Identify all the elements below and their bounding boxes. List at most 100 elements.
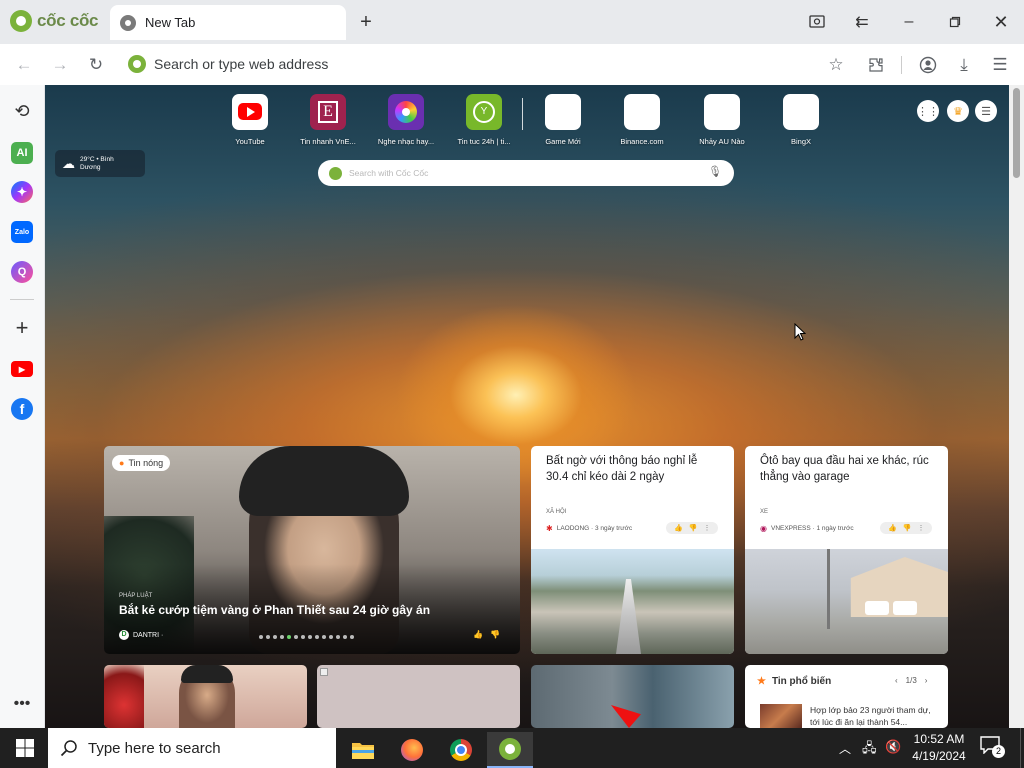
zalo-icon[interactable]: Zalo [11,221,33,243]
like-icon[interactable]: 👍 [473,630,483,639]
speed-dial-vnexpress[interactable]: E Tin nhanh VnE... [296,94,360,146]
taskbar-clock[interactable]: 10:52 AM 4/19/2024 [906,731,972,765]
taskbar-search-box[interactable]: Type here to search [48,728,336,768]
new-tab-plus-icon[interactable]: + [354,10,378,34]
news-card-laodong[interactable]: Bất ngờ với thông báo nghỉ lễ 30.4 chỉ k… [531,446,734,654]
tab-search-icon[interactable] [805,10,829,34]
news-card-bottom-3[interactable] [531,665,734,728]
weather-line1: 29°C • Bình [80,155,114,163]
pager-prev-icon[interactable]: ‹ [895,676,898,685]
maximize-icon[interactable] [943,10,967,34]
card2-reactions[interactable]: 👍 👎 ⋮ [666,522,719,534]
popular-pager[interactable]: ‹ 1/3 › [895,676,927,685]
newtab-search-box[interactable]: Search with Cốc Cốc 🎙 [318,160,734,186]
broken-image-icon [320,668,328,676]
back-icon[interactable]: ← [12,53,36,77]
coccoc-search-icon [128,55,146,73]
search-icon [60,740,77,757]
page-scrollbar[interactable] [1009,85,1024,728]
speed-dial-youtube[interactable]: YouTube [218,94,282,146]
speed-dial-binance[interactable]: Binance.com [610,94,674,146]
speed-dial-music[interactable]: Nghe nhạc hay... [374,94,438,146]
customize-settings-icon[interactable]: ☰ [975,100,997,122]
scrollbar-thumb[interactable] [1013,88,1020,178]
popular-item-thumb [760,704,802,728]
hot-reactions[interactable]: 👍 👎 [473,630,500,639]
laodong-logo-icon: ✱ [546,524,553,533]
speed-dial-label: Nghe nhạc hay... [377,137,435,146]
card3-title[interactable]: Ôtô bay qua đầu hai xe khác, rúc thẳng v… [760,454,940,485]
speed-dial-nhay-au-nao[interactable]: Nhảy AU Nào [690,94,754,146]
volume-muted-icon[interactable]: 🔇 [885,739,901,755]
more-dots-icon: ⋮ [917,525,925,532]
popular-item-title[interactable]: Hợp lớp bảo 23 người tham dự, tới lúc đi… [810,704,940,728]
download-icon[interactable]: ⤓ [952,53,976,77]
card3-category: XE [760,509,769,515]
news-card-bottom-1[interactable] [104,665,307,728]
hot-news-card[interactable]: ● Tin nóng PHÁP LUẬT Bắt kẻ cướp tiệm và… [104,446,520,654]
weather-widget[interactable]: ☁ 29°C • Bình Dương [55,150,145,177]
carousel-dots[interactable] [259,635,354,639]
show-desktop-button[interactable] [1020,728,1024,768]
speed-dial-label: Tin tuc 24h | ti... [457,137,511,146]
hot-badge: ● Tin nóng [112,455,171,471]
apps-grid-icon[interactable]: ⋮⋮ [917,100,939,122]
notification-center-icon[interactable]: 2 [980,736,1006,760]
file-explorer-icon[interactable] [340,732,386,768]
bookmark-star-icon[interactable]: ☆ [824,53,848,77]
close-icon[interactable]: ✕ [989,10,1013,34]
hot-title[interactable]: Bắt kẻ cướp tiệm vàng ở Phan Thiết sau 2… [119,603,499,617]
hot-source: D DANTRI · [119,630,163,640]
minimize-icon[interactable]: – [897,10,921,34]
windows-start-icon[interactable] [2,730,48,766]
more-icon[interactable]: ••• [11,693,33,715]
forward-icon[interactable]: → [48,53,72,77]
history-icon[interactable]: ⟲ [11,100,33,122]
taskbar-search-placeholder: Type here to search [88,739,221,757]
facebook-icon[interactable]: f [11,398,33,420]
speed-dial-tin-tuc-24h[interactable]: Y Tin tuc 24h | ti... [452,94,516,146]
menu-icon[interactable]: ☰ [988,53,1012,77]
speed-dial-label: Game Mới [545,137,581,146]
card2-source: ✱ LAODONG · 3 ngày trước [546,524,633,533]
blank-tile-icon [704,94,740,130]
speed-dial-bingx[interactable]: BingX [769,94,833,146]
profile-icon[interactable] [916,53,940,77]
coccoc-taskbar-icon[interactable] [487,732,533,768]
card2-category: XÃ HỘI [546,509,567,515]
pager-next-icon[interactable]: › [925,676,928,685]
tray-expand-icon[interactable]: ︿ [839,740,851,757]
weather-line2: Dương [80,163,101,171]
navigation-bar: ← → ↻ Search or type web address ☆ ⤓ ☰ [0,44,1024,85]
youtube-sidebar-icon[interactable]: ▶ [11,361,33,377]
messenger-icon[interactable]: ✦ [11,181,33,203]
speed-dial-game-moi[interactable]: Game Mới [531,94,595,146]
toolbar-divider [901,56,902,74]
like-icon: 👍 [888,525,897,532]
add-app-icon[interactable]: + [11,315,33,340]
dislike-icon[interactable]: 👎 [490,630,500,639]
cloud-sun-icon: ☁ [62,155,75,171]
ai-chat-icon[interactable]: AI [11,142,33,164]
speed-dial-divider [522,98,523,130]
address-bar[interactable]: Search or type web address [118,49,853,79]
chrome-icon[interactable] [438,732,484,768]
news-card-vnexpress[interactable]: Ôtô bay qua đầu hai xe khác, rúc thẳng v… [745,446,948,654]
title-bar: cốc cốc New Tab + ⇇ – ✕ [0,0,1024,44]
coccoc-logo[interactable]: cốc cốc [10,10,99,32]
crown-icon[interactable]: ♛ [947,100,969,122]
tab-new-tab[interactable]: New Tab [110,5,346,40]
network-icon[interactable]: 🖧 [862,739,877,761]
new-tab-page: YouTube E Tin nhanh VnE... Nghe nhạc hay… [45,85,1009,728]
extensions-icon[interactable] [864,53,888,77]
popular-news-widget[interactable]: ★ Tin phổ biến ‹ 1/3 › Hợp lớp bảo 23 ng… [745,665,948,728]
q-app-icon[interactable]: Q [11,261,33,283]
card2-title[interactable]: Bất ngờ với thông báo nghỉ lễ 30.4 chỉ k… [546,454,721,485]
firefox-icon[interactable] [389,732,435,768]
card3-reactions[interactable]: 👍 👎 ⋮ [880,522,933,534]
reload-icon[interactable]: ↻ [84,53,108,77]
news-card-bottom-2[interactable] [317,665,520,728]
speed-dial-label: Binance.com [620,137,664,146]
back-forward-history-icon[interactable]: ⇇ [850,10,874,34]
microphone-icon[interactable]: 🎙 [708,165,722,178]
